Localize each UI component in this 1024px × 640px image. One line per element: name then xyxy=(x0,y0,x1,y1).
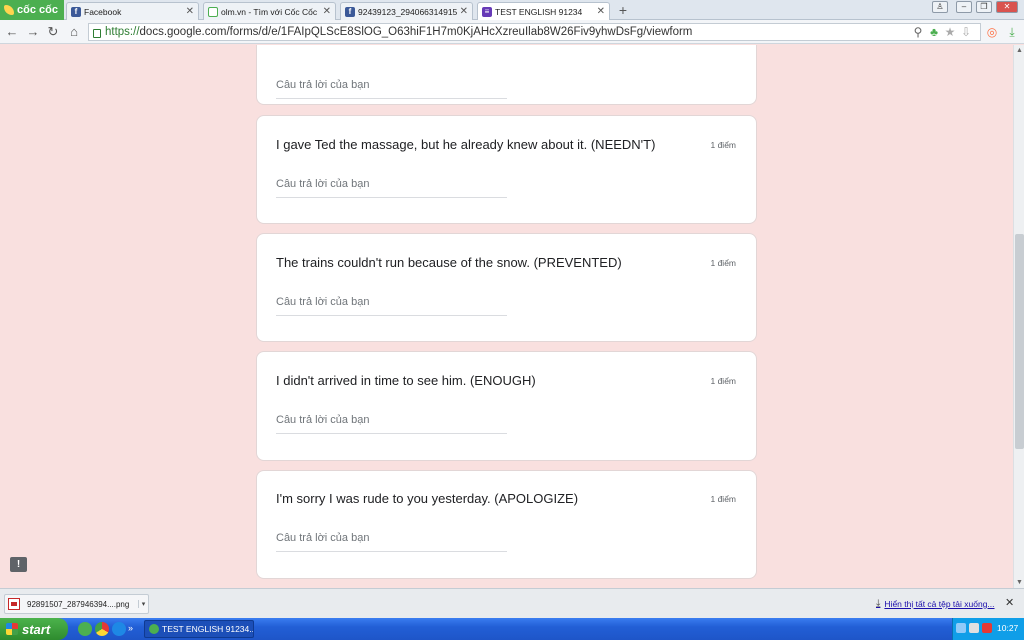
zoom-icon[interactable]: ⚲ xyxy=(911,25,925,39)
question-card: I didn't arrived in time to see him. (EN… xyxy=(256,351,757,461)
question-card: Câu trả lời của bạn xyxy=(256,45,757,105)
ie-quicklaunch-icon[interactable] xyxy=(112,622,126,636)
close-icon[interactable]: ✕ xyxy=(186,6,194,17)
facebook-icon: f xyxy=(345,6,355,17)
tab-facebook[interactable]: f Facebook ✕ xyxy=(66,2,199,20)
account-icon[interactable]: ♙ xyxy=(932,1,948,13)
tab-label: TEST ENGLISH 91234 xyxy=(495,6,583,17)
start-button[interactable]: start xyxy=(0,618,68,640)
close-icon[interactable]: ✕ xyxy=(460,6,468,17)
answer-input[interactable]: Câu trả lời của bạn xyxy=(276,414,507,434)
download-file-name: 92891507_287946394....png xyxy=(27,599,130,609)
answer-input[interactable]: Câu trả lời của bạn xyxy=(276,79,507,99)
question-card: The trains couldn't run because of the s… xyxy=(256,233,757,342)
page-content: Câu trả lời của bạn I gave Ted the massa… xyxy=(0,45,1013,588)
antivirus-icon[interactable] xyxy=(982,623,992,633)
question-card: I'm sorry I was rude to you yesterday. (… xyxy=(256,470,757,579)
tab-test-english[interactable]: ≡ TEST ENGLISH 91234 ✕ xyxy=(477,2,610,20)
volume-icon[interactable] xyxy=(969,623,979,633)
question-points: 1 điểm xyxy=(710,258,736,268)
maximize-button[interactable]: ❐ xyxy=(976,1,992,13)
tab-label: olm.vn - Tìm với Cốc Cốc xyxy=(221,6,318,17)
windows-logo-icon xyxy=(6,623,18,635)
image-file-icon xyxy=(8,598,20,610)
url-field[interactable]: https:// docs.google.com/forms/d/e/1FAIp… xyxy=(88,23,981,41)
answer-input[interactable]: Câu trả lời của bạn xyxy=(276,178,507,198)
tab-label: Facebook xyxy=(84,6,122,17)
clock: 10:27 xyxy=(997,623,1019,633)
new-tab-button[interactable]: + xyxy=(616,2,630,18)
url-scheme: https:// xyxy=(105,26,140,38)
answer-input[interactable]: Câu trả lời của bạn xyxy=(276,532,507,552)
tab-facebook-photo[interactable]: f 92439123_294066314915898 ✕ xyxy=(340,2,473,20)
close-window-button[interactable]: ✕ xyxy=(996,1,1018,13)
question-title: I gave Ted the massage, but he already k… xyxy=(276,137,656,152)
question-points: 1 điểm xyxy=(710,494,736,504)
coccoc-leaf-icon xyxy=(4,5,14,15)
show-all-downloads-link[interactable]: ⤓ Hiển thị tất cả tệp tải xuống... xyxy=(876,598,995,609)
coccoc-quicklaunch-icon[interactable] xyxy=(78,622,92,636)
coccoc-icon xyxy=(149,624,159,634)
savior-download-icon[interactable]: ⇩ xyxy=(959,25,973,39)
chrome-quicklaunch-icon[interactable] xyxy=(95,622,109,636)
answer-input[interactable]: Câu trả lời của bạn xyxy=(276,296,507,316)
address-toolbar: ← → ↻ ⌂ https:// docs.google.com/forms/d… xyxy=(0,20,1024,44)
feedback-icon[interactable]: ! xyxy=(10,557,27,572)
close-icon[interactable]: ✕ xyxy=(1005,596,1014,609)
network-icon[interactable] xyxy=(956,623,966,633)
download-icon: ⤓ xyxy=(876,598,881,609)
system-tray: 10:27 xyxy=(952,618,1024,640)
coccoc-menu-icon[interactable]: ◎ xyxy=(985,25,999,39)
tab-olm[interactable]: olm.vn - Tìm với Cốc Cốc ✕ xyxy=(203,2,336,20)
page-scrollbar[interactable]: ▲ ▼ xyxy=(1013,45,1024,588)
close-icon[interactable]: ✕ xyxy=(323,6,331,17)
chevron-down-icon[interactable]: ▾ xyxy=(138,600,148,608)
question-title: The trains couldn't run because of the s… xyxy=(276,255,622,270)
back-button[interactable]: ← xyxy=(5,24,19,40)
download-bar: 92891507_287946394....png ▾ ⤓ Hiển thị t… xyxy=(0,588,1024,618)
taskbar-window-label: TEST ENGLISH 91234... xyxy=(162,624,254,634)
close-icon[interactable]: ✕ xyxy=(597,6,605,17)
chevron-right-icon[interactable]: » xyxy=(128,622,136,636)
question-points: 1 điểm xyxy=(710,376,736,386)
minimize-button[interactable]: – xyxy=(956,1,972,13)
browser-tab-strip: cốc cốc f Facebook ✕ olm.vn - Tìm với Cố… xyxy=(0,0,1024,20)
coccoc-logo[interactable]: cốc cốc xyxy=(0,0,64,20)
question-card: I gave Ted the massage, but he already k… xyxy=(256,115,757,224)
scroll-thumb[interactable] xyxy=(1015,234,1024,449)
facebook-icon: f xyxy=(71,6,81,17)
question-title: I didn't arrived in time to see him. (EN… xyxy=(276,373,536,388)
bookmark-star-icon[interactable]: ★ xyxy=(943,25,957,39)
home-button[interactable]: ⌂ xyxy=(67,24,81,40)
download-item[interactable]: 92891507_287946394....png ▾ xyxy=(4,594,149,614)
lock-icon xyxy=(93,28,101,38)
start-label: start xyxy=(22,621,51,637)
forward-button[interactable]: → xyxy=(26,24,40,40)
scroll-track[interactable] xyxy=(1015,55,1024,578)
taskbar-window-button[interactable]: TEST ENGLISH 91234... xyxy=(144,620,254,638)
windows-taskbar: start » TEST ENGLISH 91234... 10:27 xyxy=(0,618,1024,640)
reload-button[interactable]: ↻ xyxy=(46,24,60,40)
tab-label: 92439123_294066314915898 xyxy=(358,6,457,17)
brand-name: cốc cốc xyxy=(17,4,58,16)
question-points: 1 điểm xyxy=(710,140,736,150)
coccoc-icon xyxy=(208,6,218,17)
show-all-label: Hiển thị tất cả tệp tải xuống... xyxy=(884,598,995,609)
scroll-up-icon[interactable]: ▲ xyxy=(1015,46,1024,55)
url-text: docs.google.com/forms/d/e/1FAIpQLScE8SlO… xyxy=(139,26,693,38)
coccoc-assistant-icon[interactable]: ♣ xyxy=(927,25,941,39)
google-forms-icon: ≡ xyxy=(482,6,492,17)
scroll-down-icon[interactable]: ▼ xyxy=(1015,578,1024,587)
question-title: I'm sorry I was rude to you yesterday. (… xyxy=(276,491,579,506)
download-icon[interactable]: ⤓ xyxy=(1005,25,1019,39)
